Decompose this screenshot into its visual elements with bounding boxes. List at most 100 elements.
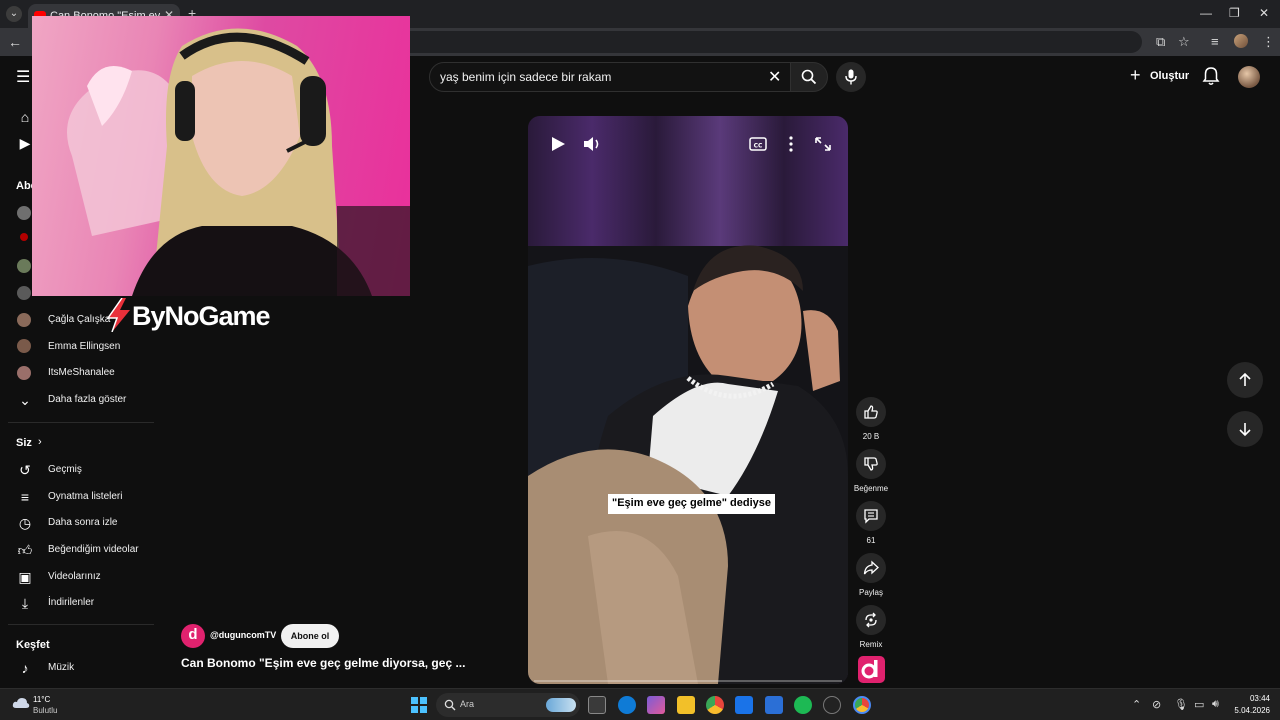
microphone-tray-icon[interactable]: 🎙︎ [1174, 698, 1188, 711]
subscribe-button[interactable]: Abone ol [281, 624, 339, 648]
start-menu-icon[interactable] [411, 697, 427, 713]
channel-logo-icon [861, 660, 878, 679]
channel-avatar[interactable]: d [181, 624, 205, 648]
chevron-down-icon: ⌄ [19, 392, 31, 408]
sidebar-item-subscription-2[interactable]: Emma Ellingsen [48, 341, 120, 352]
arrow-up-icon [1239, 372, 1251, 386]
windows-taskbar: 11°C Bulutlu Ara ⌃ ⊘ 🎙︎ ▭ 🔊︎ 03:44 5.04.… [0, 688, 1280, 720]
sidebar-item-music[interactable]: Müzik [48, 662, 74, 673]
next-short-button[interactable] [1227, 411, 1263, 447]
window-close-icon[interactable]: ✕ [1259, 6, 1269, 20]
microphone-icon [845, 69, 857, 85]
restore-icon[interactable]: ❐ [1229, 6, 1240, 20]
subscription-avatar [17, 313, 31, 327]
show-more-link[interactable]: Daha fazla göster [48, 394, 126, 405]
captions-icon[interactable]: CC [747, 134, 771, 154]
account-avatar[interactable] [1238, 66, 1260, 88]
subscription-avatar[interactable] [20, 233, 28, 241]
video-progress-bar[interactable] [534, 680, 842, 682]
like-count: 20 B [862, 432, 880, 441]
sidebar-item-watch-later[interactable]: Daha sonra izle [48, 517, 117, 528]
taskbar-search-input[interactable]: Ara [436, 693, 580, 717]
network-off-icon[interactable]: ⊘ [1152, 698, 1161, 711]
copilot-icon[interactable] [647, 696, 665, 714]
speaker-icon[interactable]: 🔊︎ [1212, 698, 1219, 711]
comment-count: 61 [866, 536, 876, 545]
subscription-avatar[interactable] [17, 286, 31, 300]
chrome-active-icon[interactable] [853, 696, 871, 714]
previous-short-button[interactable] [1227, 362, 1263, 398]
comments-button[interactable] [856, 501, 886, 531]
subscription-avatar[interactable] [17, 259, 31, 273]
hamburger-menu-icon[interactable]: ☰ [16, 67, 30, 87]
webcam-figure [67, 28, 410, 296]
chrome-icon[interactable] [706, 696, 724, 714]
share-button[interactable] [856, 553, 886, 583]
sidebar-item-liked-videos[interactable]: Beğendiğim videolar [48, 544, 139, 555]
bookmark-star-icon[interactable]: ☆ [1178, 34, 1190, 50]
fullscreen-icon[interactable] [811, 134, 835, 154]
clock-date[interactable]: 5.04.2026 [1230, 706, 1270, 715]
shorts-video-player[interactable]: CC "Eşim eve geç gelme" dediyse [528, 116, 848, 684]
cloud-weather-icon[interactable] [12, 696, 30, 710]
sidebar-item-subscription-1[interactable]: Çağla Çalışka [48, 314, 110, 325]
weather-condition: Bulutlu [33, 706, 58, 715]
mail-icon[interactable] [765, 696, 783, 714]
search-icon [444, 699, 456, 711]
tab-search-icon[interactable]: ⌄ [6, 6, 22, 22]
install-app-icon[interactable]: ⧉ [1156, 34, 1165, 50]
voice-search-button[interactable] [836, 62, 866, 92]
subscription-avatar[interactable] [17, 206, 31, 220]
sidebar-item-downloads[interactable]: İndirilenler [48, 597, 94, 608]
more-options-icon[interactable] [779, 134, 803, 154]
svg-text:CC: CC [754, 143, 763, 150]
clock-time[interactable]: 03:44 [1230, 694, 1270, 703]
notifications-bell-icon[interactable] [1202, 66, 1220, 86]
edge-icon[interactable] [618, 696, 636, 714]
webcam-overlay [32, 16, 410, 296]
sidebar-item-history[interactable]: Geçmiş [48, 464, 82, 475]
display-icon[interactable]: ▭ [1194, 698, 1204, 711]
thumbs-down-icon [864, 457, 878, 471]
store-icon[interactable] [735, 696, 753, 714]
play-icon[interactable] [546, 134, 570, 154]
weather-temperature: 11°C [33, 695, 51, 704]
create-label: Oluştur [1150, 70, 1190, 82]
tray-overflow-icon[interactable]: ⌃ [1132, 698, 1141, 711]
file-explorer-icon[interactable] [677, 696, 695, 714]
task-view-icon[interactable] [588, 696, 606, 714]
dislike-button[interactable] [856, 449, 886, 479]
search-button[interactable] [790, 62, 828, 92]
create-button[interactable]: + Oluştur [1126, 62, 1190, 90]
spotify-icon[interactable] [794, 696, 812, 714]
reading-list-icon[interactable]: ≡ [1211, 34, 1219, 49]
explore-heading: Keşfet [16, 639, 50, 651]
comment-icon [864, 509, 878, 524]
steam-icon[interactable] [823, 696, 841, 714]
liked-icon: 👍︎ [17, 542, 33, 558]
sidebar-item-playlists[interactable]: Oynatma listeleri [48, 491, 122, 502]
sponsor-text: ByNoGame [132, 301, 271, 331]
subscription-avatar [17, 366, 31, 380]
channel-thumbnail[interactable] [858, 656, 885, 683]
channel-handle[interactable]: @duguncomTV [210, 630, 276, 640]
sidebar-divider [8, 624, 154, 625]
search-input[interactable]: yaş benim için sadece bir rakam ✕ [429, 62, 791, 92]
minimize-icon[interactable]: — [1200, 6, 1212, 20]
sidebar-item-your-videos[interactable]: Videolarınız [48, 571, 101, 582]
sidebar-item-subscription-3[interactable]: ItsMeShanalee [48, 367, 115, 378]
video-title[interactable]: Can Bonomo "Eşim eve geç gelme diyorsa, … [181, 656, 465, 670]
chrome-menu-icon[interactable]: ⋮ [1262, 34, 1275, 50]
video-frame [528, 116, 848, 684]
search-highlight-icon [546, 698, 576, 712]
plus-icon: + [1130, 65, 1141, 85]
you-heading[interactable]: Siz [16, 437, 32, 449]
clear-search-icon[interactable]: ✕ [768, 67, 781, 87]
share-arrow-icon [863, 560, 879, 575]
back-arrow-icon[interactable]: ← [8, 34, 22, 50]
like-button[interactable] [856, 397, 886, 427]
volume-icon[interactable] [581, 134, 605, 154]
browser-profile-avatar[interactable] [1234, 34, 1248, 48]
remix-button[interactable] [856, 605, 886, 635]
sidebar-divider [8, 422, 154, 423]
